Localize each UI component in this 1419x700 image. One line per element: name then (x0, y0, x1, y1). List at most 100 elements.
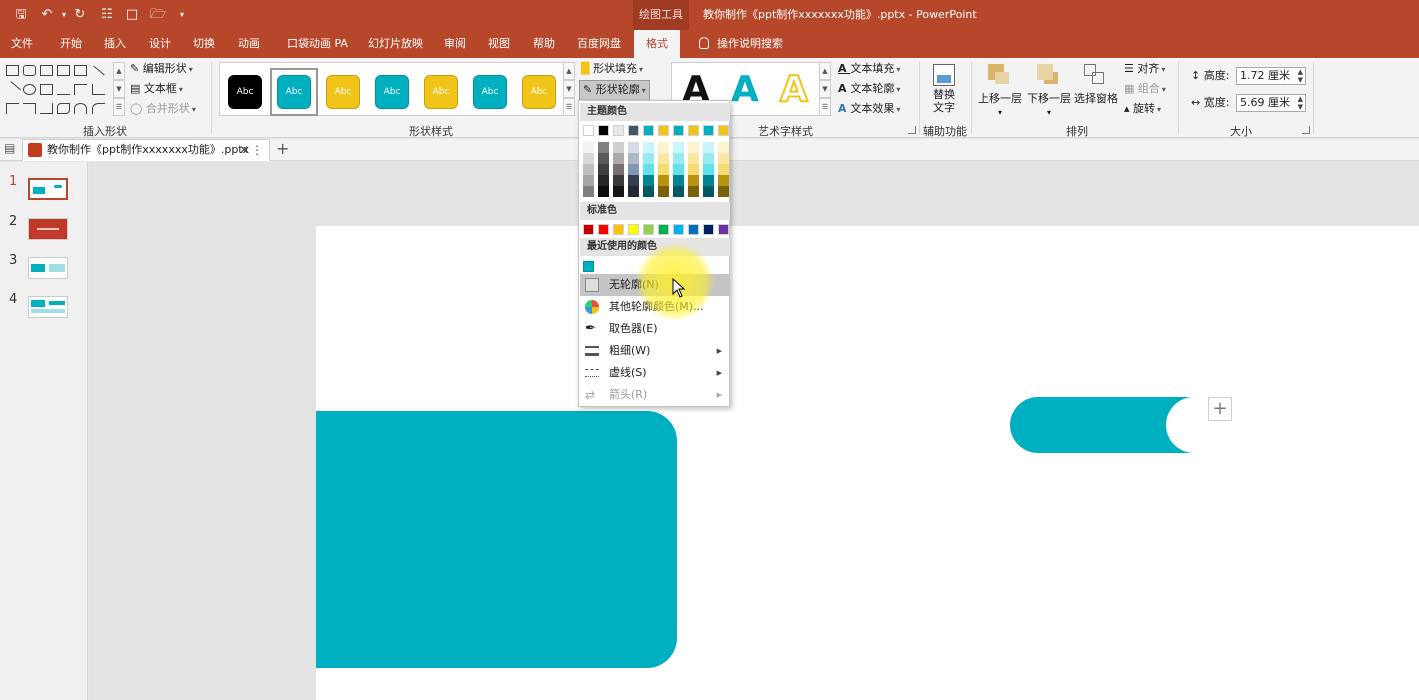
shape-elbow-icon[interactable] (92, 84, 105, 95)
shape-square-icon[interactable] (40, 84, 53, 95)
theme-shade-swatch[interactable] (673, 164, 684, 175)
text-effects-button[interactable]: A 文本效果 ▾ (838, 100, 900, 119)
style-gallery-down-icon[interactable]: ▼ (563, 80, 575, 98)
theme-color-swatch[interactable] (658, 125, 669, 136)
standard-color-swatch[interactable] (703, 224, 714, 235)
add-element-icon[interactable]: + (1208, 397, 1232, 421)
shape-vertical-textbox-icon[interactable] (74, 65, 87, 76)
width-spinner-icon[interactable]: ▲ ▼ (1298, 95, 1303, 111)
text-fill-button[interactable]: A 文本填充 ▾ (838, 60, 900, 79)
theme-shade-swatch[interactable] (598, 186, 609, 197)
theme-color-swatch[interactable] (703, 125, 714, 136)
tab-format[interactable]: 格式 (634, 30, 680, 58)
standard-color-swatch[interactable] (718, 224, 729, 235)
customize-toolbar-icon[interactable]: ▾ (173, 6, 191, 24)
theme-color-swatch[interactable] (598, 125, 609, 136)
theme-shade-swatch[interactable] (583, 153, 594, 164)
dashes-item[interactable]: 虚线(S) ▶ (580, 362, 730, 384)
theme-shade-swatch[interactable] (718, 175, 729, 186)
theme-shade-swatch[interactable] (628, 153, 639, 164)
shape-fill-button[interactable]: █ 形状填充 ▾ (581, 60, 643, 79)
shape-gallery[interactable] (3, 62, 118, 118)
theme-color-swatch[interactable] (718, 125, 729, 136)
save-icon[interactable]: 🖫 (12, 6, 30, 24)
tab-transitions[interactable]: 切换 (193, 30, 215, 58)
theme-shade-swatch[interactable] (688, 153, 699, 164)
shape-rounded-rect-icon[interactable] (23, 65, 36, 76)
theme-shade-swatch[interactable] (583, 164, 594, 175)
theme-shade-swatch[interactable] (643, 175, 654, 186)
theme-shade-swatch[interactable] (703, 153, 714, 164)
theme-shade-swatch[interactable] (703, 164, 714, 175)
theme-shade-swatch[interactable] (718, 164, 729, 175)
theme-shade-swatch[interactable] (658, 142, 669, 153)
theme-shade-swatch[interactable] (583, 186, 594, 197)
rotate-button[interactable]: ▴ 旋转 ▾ (1124, 100, 1161, 119)
tab-pocket-animation[interactable]: 口袋动画 PA (287, 30, 348, 58)
selection-pane-button[interactable]: 选择窗格 (1074, 90, 1118, 108)
more-outline-colors-item[interactable]: 其他轮廓颜色(M)... (580, 296, 730, 318)
slide-thumbnail-1[interactable] (28, 178, 68, 200)
height-input[interactable]: 1.72 厘米 ▲ ▼ (1236, 67, 1306, 85)
teal-rounded-rectangle-shape[interactable] (316, 411, 677, 668)
style-teal-selected[interactable]: Abc (277, 75, 311, 109)
shape-freeform-icon[interactable] (57, 103, 70, 114)
standard-color-swatch[interactable] (583, 224, 594, 235)
theme-shade-swatch[interactable] (673, 175, 684, 186)
style-yellow-1[interactable]: Abc (326, 75, 360, 109)
theme-shade-swatch[interactable] (673, 186, 684, 197)
theme-shade-swatch[interactable] (688, 164, 699, 175)
wordart-gallery-more-icon[interactable]: ☰ (819, 98, 831, 116)
eyedropper-item[interactable]: ✒ 取色器(E) (580, 318, 730, 340)
alt-text-button[interactable]: 替换 文字 (933, 88, 955, 114)
shape-arrow-icon[interactable] (3, 81, 22, 98)
theme-shade-swatch[interactable] (613, 142, 624, 153)
theme-color-swatch[interactable] (628, 125, 639, 136)
theme-shade-swatch[interactable] (598, 175, 609, 186)
theme-shade-swatch[interactable] (643, 142, 654, 153)
arrows-item[interactable]: ⇄ 箭头(R) ▶ (580, 384, 730, 406)
theme-shade-swatch[interactable] (658, 153, 669, 164)
wordart-gallery-down-icon[interactable]: ▼ (819, 80, 831, 98)
theme-shade-swatch[interactable] (643, 153, 654, 164)
tab-slideshow[interactable]: 幻灯片放映 (368, 30, 423, 58)
group-button[interactable]: ▦ 组合 ▾ (1124, 80, 1166, 99)
size-dialog-launcher-icon[interactable] (1302, 126, 1310, 134)
selection-pane-icon[interactable] (1084, 64, 1106, 86)
slide-thumbnail-4[interactable] (28, 296, 68, 318)
send-backward-icon[interactable] (1037, 64, 1059, 86)
open-folder-icon[interactable]: 🗁 (149, 6, 167, 24)
theme-shade-swatch[interactable] (643, 186, 654, 197)
theme-shade-swatch[interactable] (718, 186, 729, 197)
standard-color-swatch[interactable] (628, 224, 639, 235)
shape-textbox-icon[interactable] (57, 65, 70, 76)
wordart-dialog-launcher-icon[interactable] (908, 126, 916, 134)
tab-home[interactable]: 开始 (60, 30, 82, 58)
shape-line-icon[interactable] (93, 65, 105, 76)
theme-shade-swatch[interactable] (628, 175, 639, 186)
style-gallery-up-icon[interactable]: ▲ (563, 62, 575, 80)
theme-color-swatch[interactable] (673, 125, 684, 136)
style-yellow-3[interactable]: Abc (522, 75, 556, 109)
tab-view[interactable]: 视图 (488, 30, 510, 58)
standard-color-swatch[interactable] (658, 224, 669, 235)
edit-shape-button[interactable]: ✎ 编辑形状 ▾ (130, 60, 193, 79)
shape-connector-icon[interactable] (74, 84, 87, 95)
standard-color-swatch[interactable] (613, 224, 624, 235)
shape-bent-arrow-icon[interactable] (6, 103, 19, 114)
tab-list-icon[interactable]: ▤ (4, 141, 15, 155)
theme-color-swatch[interactable] (643, 125, 654, 136)
theme-shade-swatch[interactable] (703, 142, 714, 153)
shape-gallery-more-icon[interactable]: ☰ (113, 98, 125, 116)
weight-item[interactable]: 粗细(W) ▶ (580, 340, 730, 362)
theme-shade-swatch[interactable] (598, 153, 609, 164)
width-input[interactable]: 5.69 厘米 ▲ ▼ (1236, 94, 1306, 112)
theme-color-swatch[interactable] (583, 125, 594, 136)
theme-shade-swatch[interactable] (583, 175, 594, 186)
shape-rect2-icon[interactable] (40, 65, 53, 76)
height-spinner-icon[interactable]: ▲ ▼ (1298, 68, 1303, 84)
standard-color-swatch[interactable] (673, 224, 684, 235)
tell-me-search[interactable]: 操作说明搜索 (699, 30, 783, 58)
theme-shade-swatch[interactable] (628, 164, 639, 175)
shape-right-arrow-icon[interactable] (23, 103, 36, 114)
